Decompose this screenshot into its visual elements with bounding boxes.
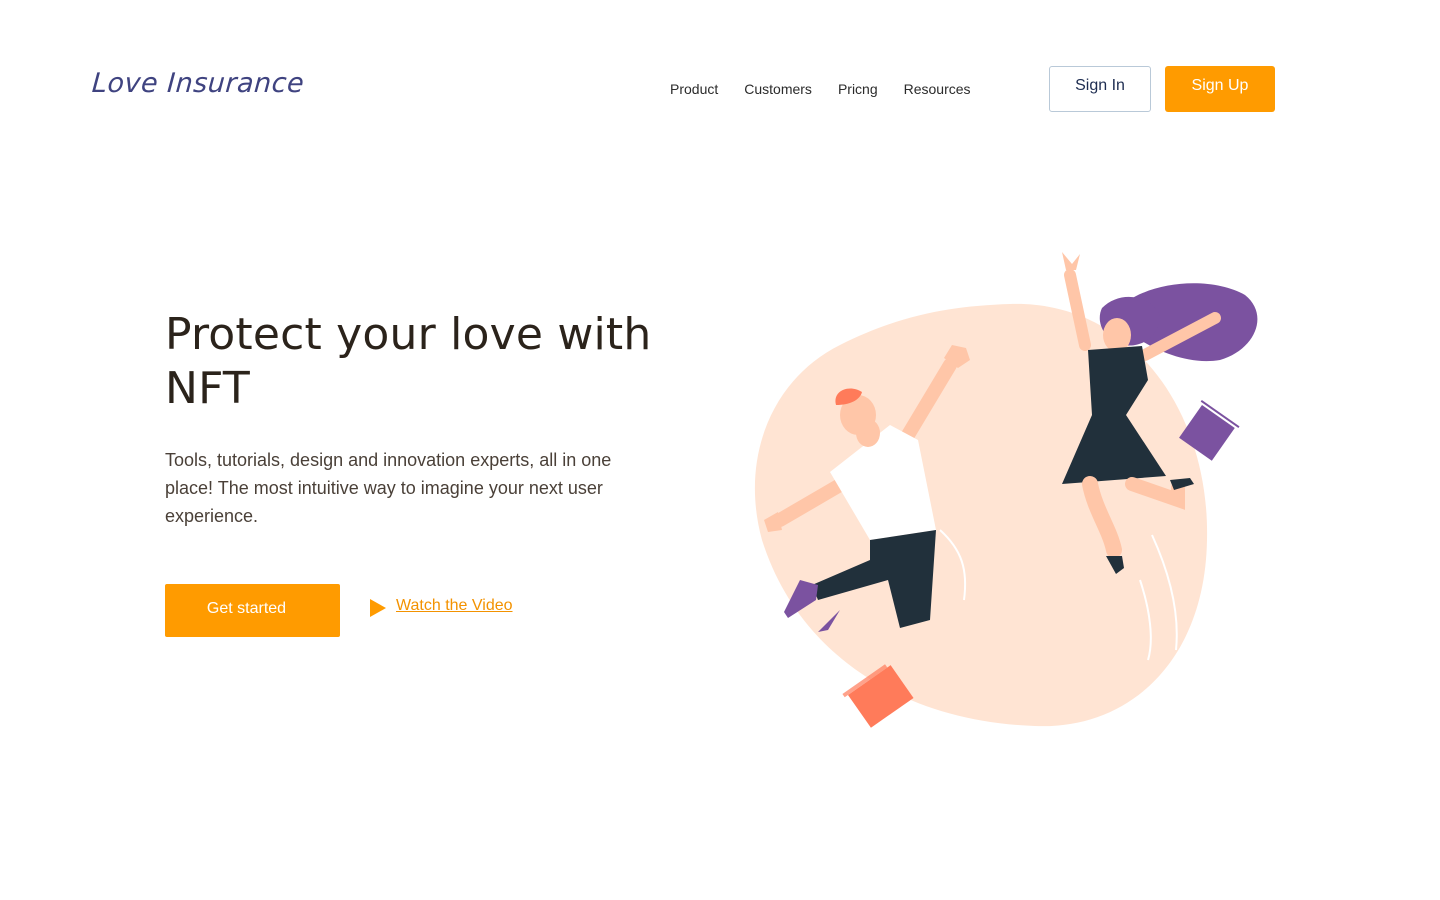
nav-item-customers[interactable]: Customers xyxy=(744,80,812,98)
hero-title: Protect your love with NFT xyxy=(165,309,652,414)
watch-video-link[interactable]: Watch the Video xyxy=(369,597,513,618)
watch-video-label: Watch the Video xyxy=(396,597,513,614)
sign-up-button[interactable]: Sign Up xyxy=(1165,66,1275,112)
play-icon xyxy=(369,598,387,618)
nav-item-pricing[interactable]: Pricng xyxy=(838,80,878,98)
nav-item-product[interactable]: Product xyxy=(670,80,718,98)
hero-subtitle: Tools, tutorials, design and innovation … xyxy=(165,450,612,526)
hero-illustration xyxy=(740,240,1280,760)
logo-text: Love Insurance xyxy=(90,68,306,99)
nav-item-resources[interactable]: Resources xyxy=(904,80,971,98)
logo[interactable]: Love Insurance xyxy=(90,68,306,104)
get-started-button[interactable]: Get started xyxy=(165,584,340,637)
main-nav: Product Customers Pricng Resources xyxy=(670,80,997,98)
sign-in-button[interactable]: Sign In xyxy=(1049,66,1151,112)
